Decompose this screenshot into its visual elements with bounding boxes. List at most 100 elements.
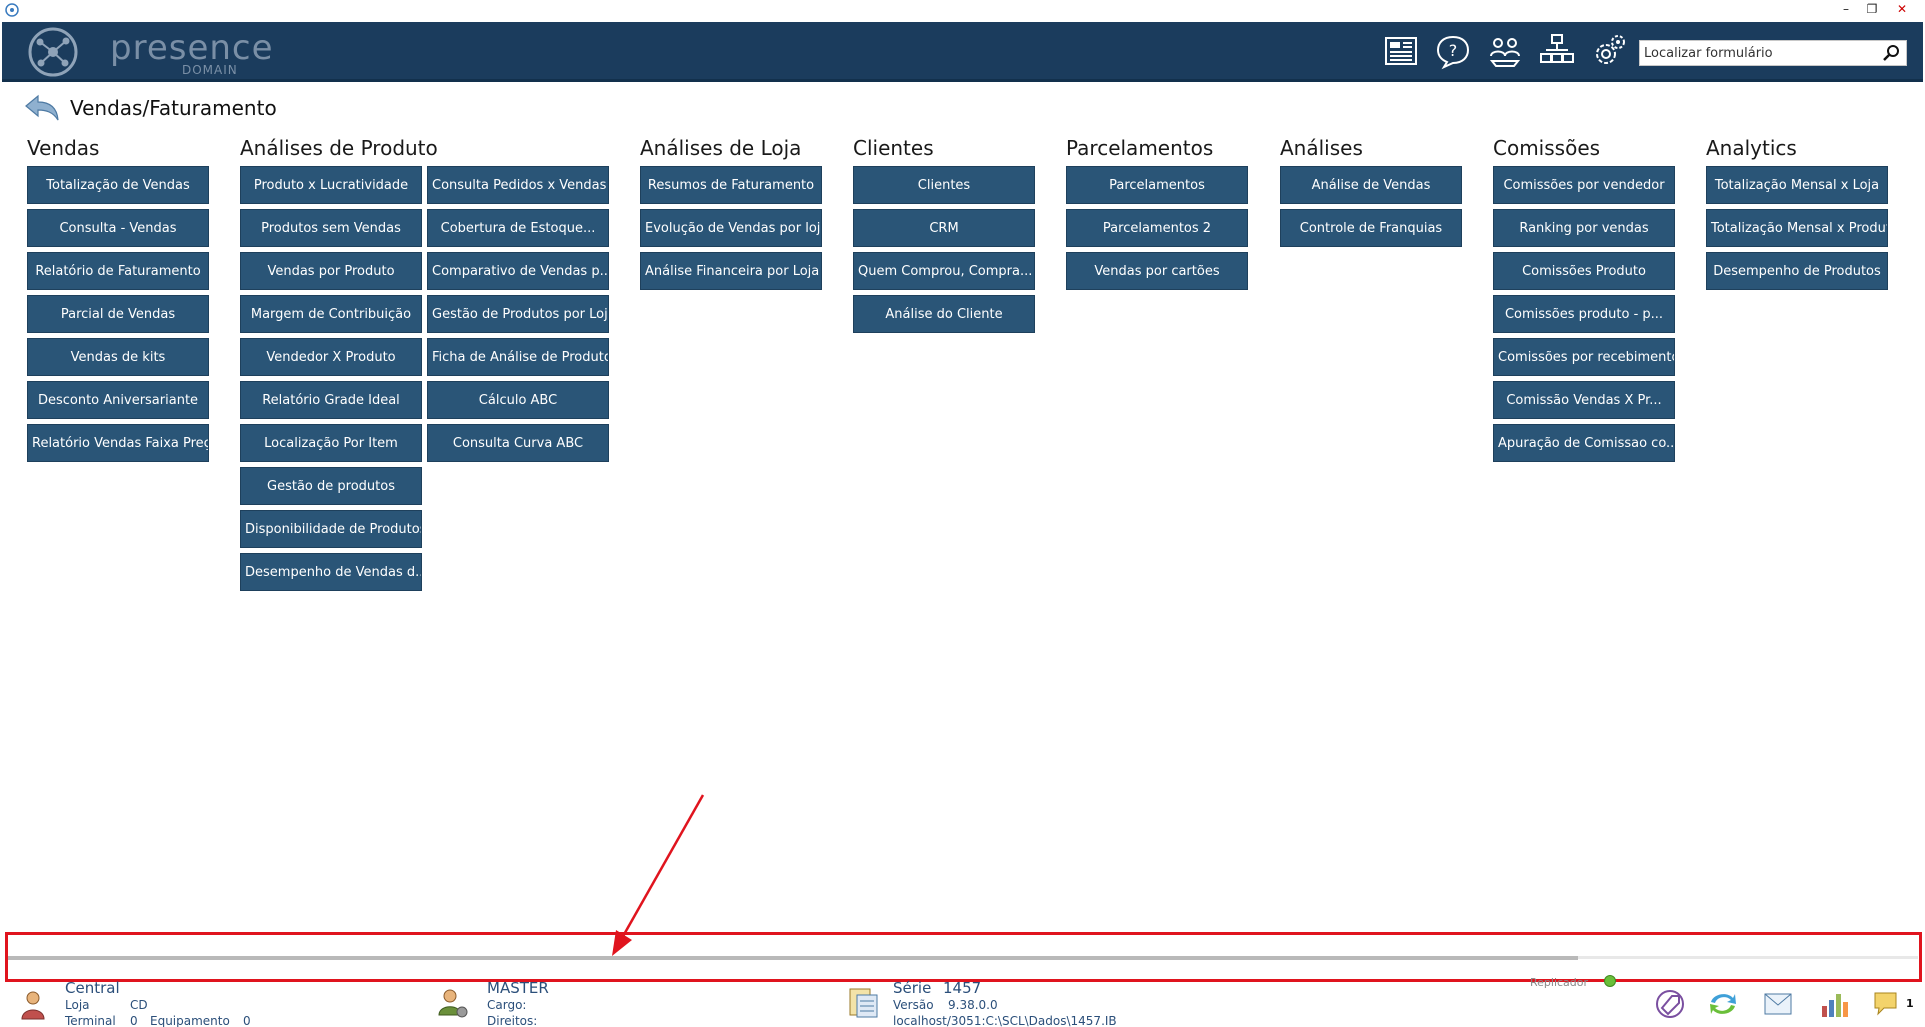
menu-button[interactable]: Comparativo de Vendas p...: [427, 252, 609, 290]
menu-button[interactable]: Quem Comprou, Compra...: [853, 252, 1035, 290]
user-name: MASTER: [487, 979, 549, 997]
group-title: Análises de Produto: [240, 136, 438, 160]
menu-button[interactable]: Cálculo ABC: [427, 381, 609, 419]
menu-button[interactable]: Resumos de Faturamento: [640, 166, 822, 204]
annotation-arrow: [612, 794, 705, 956]
menu-button[interactable]: Desempenho de Vendas d...: [240, 553, 422, 591]
versao-label: Versão: [893, 998, 934, 1012]
menu-button[interactable]: Ficha de Análise de Produto: [427, 338, 609, 376]
menu-button[interactable]: Clientes: [853, 166, 1035, 204]
menu-button[interactable]: Produto x Lucratividade: [240, 166, 422, 204]
menu-button[interactable]: Comissões por recebimento: [1493, 338, 1675, 376]
page-title: Vendas/Faturamento: [70, 96, 277, 120]
group-title: Comissões: [1493, 136, 1601, 160]
server-info-icon[interactable]: [847, 985, 879, 1019]
menu-button[interactable]: CRM: [853, 209, 1035, 247]
menu-button[interactable]: Consulta Curva ABC: [427, 424, 609, 462]
status-bar: Central Loja CD Terminal 0 Equipamento 0…: [0, 975, 1925, 1027]
menu-button[interactable]: Vendedor X Produto: [240, 338, 422, 376]
equipamento-value: 0: [243, 1014, 251, 1027]
menu-button[interactable]: Parcelamentos 2: [1066, 209, 1248, 247]
group-title: Análises: [1280, 136, 1363, 160]
user-settings-icon[interactable]: [437, 987, 469, 1019]
menu-button[interactable]: Evolução de Vendas por loja: [640, 209, 822, 247]
replicador-label: Replicador: [1530, 976, 1589, 989]
mail-icon[interactable]: [1762, 988, 1794, 1020]
search-box: [1639, 40, 1907, 66]
menu-button[interactable]: Totalização Mensal x Produto: [1706, 209, 1888, 247]
menu-button[interactable]: Apuração de Comissao co...: [1493, 424, 1675, 462]
news-icon[interactable]: [1382, 32, 1420, 70]
menu-button[interactable]: Comissões produto - p...: [1493, 295, 1675, 333]
cargo-label: Cargo:: [487, 998, 527, 1012]
menu-button[interactable]: Consulta - Vendas: [27, 209, 209, 247]
back-arrow-icon[interactable]: [24, 94, 60, 122]
group-title: Análises de Loja: [640, 136, 802, 160]
menu-button[interactable]: Margem de Contribuição: [240, 295, 422, 333]
menu-button[interactable]: Localização Por Item: [240, 424, 422, 462]
menu-button[interactable]: Cobertura de Estoque...: [427, 209, 609, 247]
menu-button[interactable]: Desempenho de Produtos: [1706, 252, 1888, 290]
menu-button[interactable]: Relatório Vendas Faixa Preço: [27, 424, 209, 462]
menu-button[interactable]: Análise de Vendas: [1280, 166, 1462, 204]
menu-button[interactable]: Gestão de produtos: [240, 467, 422, 505]
menu-button[interactable]: Totalização de Vendas: [27, 166, 209, 204]
terminal-label: Terminal: [65, 1014, 116, 1027]
notifications-icon[interactable]: [1872, 988, 1904, 1020]
sync-icon[interactable]: [1707, 988, 1739, 1020]
menu-button[interactable]: Comissão Vendas X Pr...: [1493, 381, 1675, 419]
group-title: Vendas: [27, 136, 100, 160]
close-button[interactable]: ✕: [1890, 0, 1914, 18]
app-icon: [5, 3, 19, 17]
logo-text: presence: [110, 28, 274, 68]
menu-button[interactable]: Relatório de Faturamento: [27, 252, 209, 290]
group-title: Analytics: [1706, 136, 1797, 160]
menu-button[interactable]: Desconto Aniversariante: [27, 381, 209, 419]
logo-icon: [28, 27, 78, 77]
menu-button[interactable]: Produtos sem Vendas: [240, 209, 422, 247]
menu-button[interactable]: Ranking por vendas: [1493, 209, 1675, 247]
group-title: Clientes: [853, 136, 934, 160]
versao-value: 9.38.0.0: [948, 998, 998, 1012]
serie-value: 1457: [943, 979, 982, 997]
menu-button[interactable]: Vendas por cartões: [1066, 252, 1248, 290]
window-title-bar: – ❐ ✕: [0, 0, 1925, 22]
menu-button[interactable]: Relatório Grade Ideal: [240, 381, 422, 419]
maximize-button[interactable]: ❐: [1860, 0, 1884, 18]
store-name: Central: [65, 979, 120, 997]
network-icon[interactable]: [1538, 32, 1576, 70]
chart-icon[interactable]: [1818, 988, 1850, 1020]
menu-button[interactable]: Parcelamentos: [1066, 166, 1248, 204]
app-window: { "app": {"title": "Presence Domain", "l…: [0, 0, 1925, 1027]
help-icon[interactable]: ?: [1434, 32, 1472, 70]
menu-button[interactable]: Gestão de Produtos por Loja: [427, 295, 609, 333]
tag-icon[interactable]: [1654, 988, 1686, 1020]
database-path: localhost/3051:C:\SCL\Dados\1457.IB: [893, 1014, 1117, 1027]
menu-button[interactable]: Vendas de kits: [27, 338, 209, 376]
menu-button[interactable]: Totalização Mensal x Loja: [1706, 166, 1888, 204]
search-icon[interactable]: [1882, 44, 1902, 62]
menu-button[interactable]: Controle de Franquias: [1280, 209, 1462, 247]
store-user-icon[interactable]: [18, 989, 48, 1021]
menu-button[interactable]: Vendas por Produto: [240, 252, 422, 290]
group-title: Parcelamentos: [1066, 136, 1214, 160]
menu-button[interactable]: Disponibilidade de Produtos...: [240, 510, 422, 548]
direitos-label: Direitos:: [487, 1014, 538, 1027]
menu-button[interactable]: Análise do Cliente: [853, 295, 1035, 333]
annotation-highlight-box: [5, 932, 1922, 982]
loja-value: CD: [130, 998, 148, 1012]
menu-button[interactable]: Comissões Produto: [1493, 252, 1675, 290]
logo-subtext: DOMAIN: [182, 63, 238, 77]
serie-label: Série: [893, 979, 932, 997]
search-input[interactable]: [1644, 44, 1870, 62]
minimize-button[interactable]: –: [1834, 0, 1858, 18]
menu-button[interactable]: Comissões por vendedor: [1493, 166, 1675, 204]
app-header: presence DOMAIN ?: [2, 22, 1923, 82]
settings-icon[interactable]: [1590, 32, 1628, 70]
menu-button[interactable]: Análise Financeira por Loja: [640, 252, 822, 290]
menu-button[interactable]: Parcial de Vendas: [27, 295, 209, 333]
equipamento-label: Equipamento: [150, 1014, 230, 1027]
users-icon[interactable]: [1486, 32, 1524, 70]
svg-text:?: ?: [1449, 41, 1458, 60]
menu-button[interactable]: Consulta Pedidos x Vendas: [427, 166, 609, 204]
